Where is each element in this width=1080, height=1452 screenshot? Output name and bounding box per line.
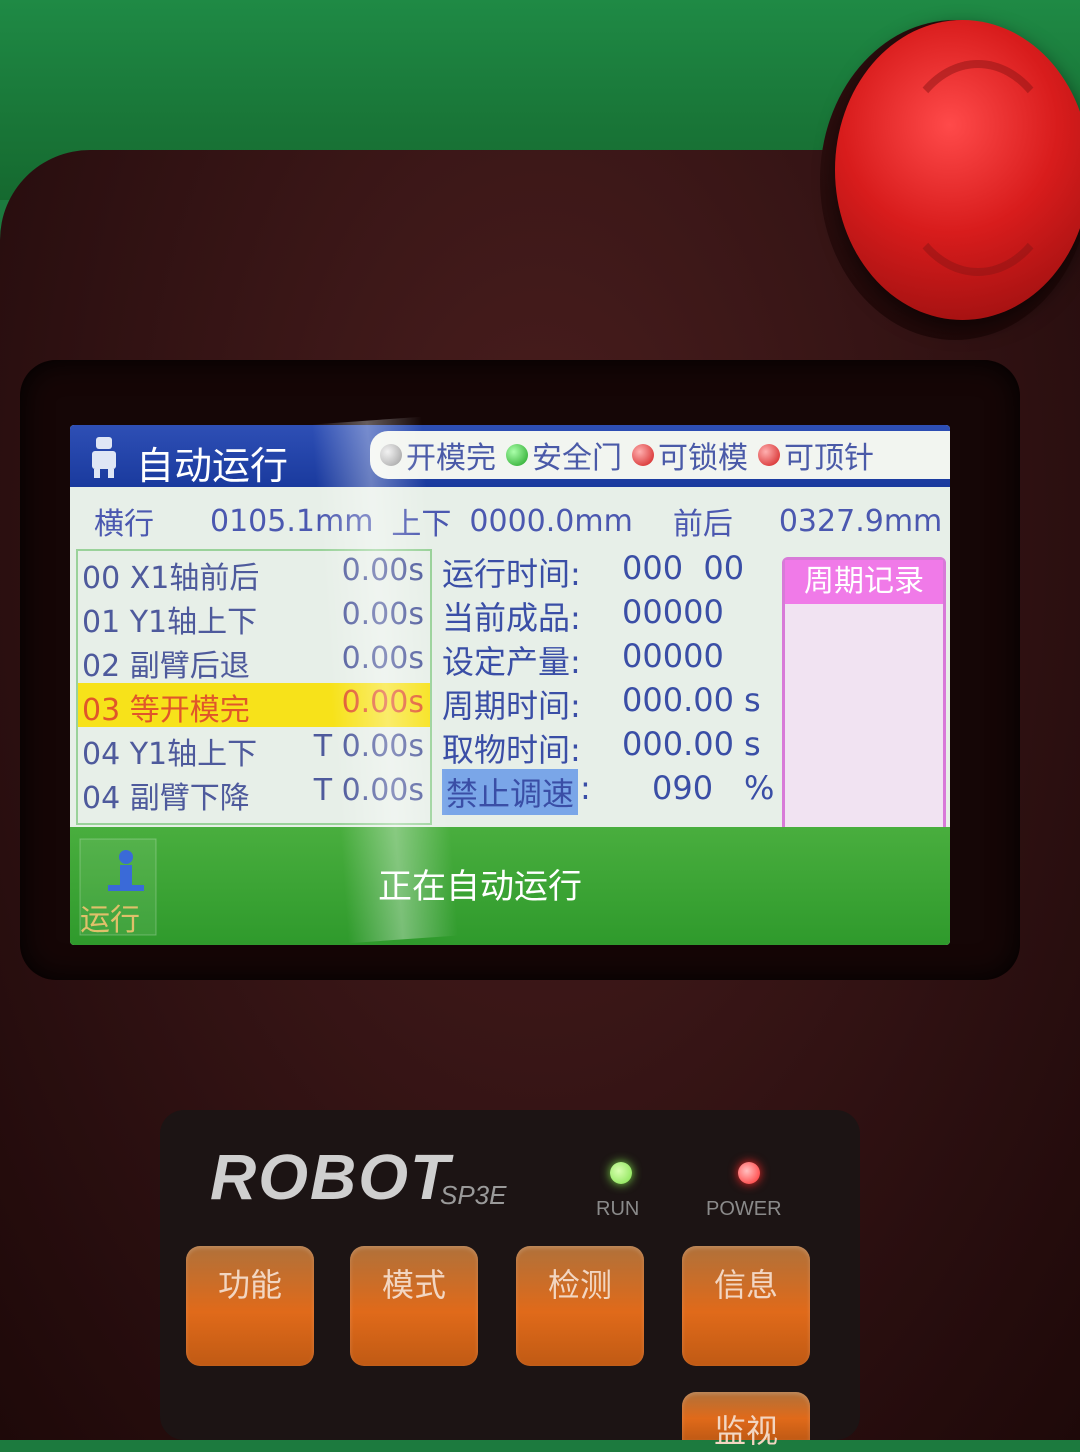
info-key[interactable]: 信息 xyxy=(682,1246,810,1366)
run-led-icon xyxy=(610,1162,632,1184)
step-name: 04 Y1轴上下 xyxy=(82,737,258,772)
bottom-status-bar: 运行 正在自动运行 xyxy=(70,827,950,945)
program-step-list: 00 X1轴前后 0.00s 01 Y1轴上下 0.00s 02 副臂后退 0.… xyxy=(76,549,432,825)
step-time: T 0.00s xyxy=(313,773,424,808)
function-key-label: 功能 xyxy=(217,1266,282,1304)
step-time: 0.00s xyxy=(341,685,424,720)
page-title: 自动运行 xyxy=(136,444,289,488)
mode-key[interactable]: 模式 xyxy=(350,1246,478,1366)
set-output-label: 设定产量: xyxy=(442,643,581,681)
power-indicator-label: POWER xyxy=(706,1198,782,1220)
pick-time-label: 取物时间: xyxy=(442,731,581,769)
run-info-panel: 运行时间: 000 00 当前成品: 00000 设定产量: 00000 周期时… xyxy=(438,549,778,825)
step-row[interactable]: 04 副臂下降 T 0.00s xyxy=(78,771,430,816)
pick-time-row: 取物时间: 000.00 s xyxy=(438,725,778,769)
step-row[interactable]: 02 副臂后退 0.00s xyxy=(78,639,430,684)
cycle-time-value: 000.00 xyxy=(622,681,734,719)
axis-label-front-back: 前后 xyxy=(672,507,733,542)
status-label-mold-lock: 可锁模 xyxy=(658,441,748,476)
mold-open-complete-led-icon xyxy=(380,444,402,466)
monitor-key-label: 监视 xyxy=(713,1412,778,1450)
mode-key-label: 模式 xyxy=(381,1266,446,1304)
speed-row[interactable]: 禁止调速 : 090 % xyxy=(438,769,778,815)
cycle-record-panel[interactable]: 周期记录 xyxy=(782,557,946,835)
step-name: 01 Y1轴上下 xyxy=(82,605,258,640)
axis-value-vertical: 0000.0mm xyxy=(469,503,633,539)
step-row[interactable]: 01 Y1轴上下 0.00s xyxy=(78,595,430,640)
axis-label-traverse: 横行 xyxy=(94,507,154,542)
current-product-row: 当前成品: 00000 xyxy=(438,593,778,637)
cycle-record-title: 周期记录 xyxy=(785,560,943,604)
detect-key-label: 检测 xyxy=(547,1266,612,1304)
hmi-screen: 自动运行 开模完 安全门 可锁模 可顶针 横行 0105.1mm 上下 0000… xyxy=(70,425,950,945)
axis-value-front-back: 0327.9mm xyxy=(778,503,943,539)
status-label-safety-door: 安全门 xyxy=(532,441,622,476)
ejector-led-icon xyxy=(758,444,780,466)
step-name: 00 X1轴前后 xyxy=(82,561,260,596)
function-key[interactable]: 功能 xyxy=(186,1246,314,1366)
run-time-label: 运行时间: xyxy=(442,555,581,593)
run-indicator-label: RUN xyxy=(596,1198,640,1220)
status-indicator-strip: 开模完 安全门 可锁模 可顶针 xyxy=(370,431,950,479)
step-name: 02 副臂后退 xyxy=(82,649,250,684)
pick-time-value: 000.00 xyxy=(622,725,734,763)
speed-unit: % xyxy=(744,769,775,807)
step-time: 0.00s xyxy=(341,597,424,632)
set-output-value[interactable]: 00000 xyxy=(622,637,724,675)
run-status-text: 正在自动运行 xyxy=(378,867,582,907)
run-time-row: 运行时间: 000 00 xyxy=(438,549,778,593)
power-led-icon xyxy=(738,1162,760,1184)
title-bar: 自动运行 开模完 安全门 可锁模 可顶针 xyxy=(70,425,950,488)
safety-door-led-icon xyxy=(506,444,528,466)
status-label-mold-open: 开模完 xyxy=(406,441,496,476)
cycle-time-unit: s xyxy=(744,681,761,719)
step-row-active[interactable]: 03 等开模完 0.00s xyxy=(78,683,430,728)
pick-time-unit: s xyxy=(744,725,761,763)
step-row[interactable]: 00 X1轴前后 0.00s xyxy=(78,551,430,596)
mold-lock-led-icon xyxy=(632,444,654,466)
current-product-label: 当前成品: xyxy=(442,599,581,637)
axis-value-traverse: 0105.1mm xyxy=(210,503,374,539)
info-key-label: 信息 xyxy=(713,1266,778,1304)
robot-icon xyxy=(92,437,116,478)
brand-logo: ROBOT xyxy=(210,1141,452,1213)
step-time: T 0.00s xyxy=(313,729,424,764)
cycle-time-label: 周期时间: xyxy=(442,687,581,725)
speed-colon: : xyxy=(580,769,591,807)
set-output-row[interactable]: 设定产量: 00000 xyxy=(438,637,778,681)
axis-position-bar: 横行 0105.1mm 上下 0000.0mm 前后 0327.9mm xyxy=(70,497,950,545)
cycle-time-row: 周期时间: 000.00 s xyxy=(438,681,778,725)
monitor-key[interactable]: 监视 xyxy=(682,1392,810,1450)
detect-key[interactable]: 检测 xyxy=(516,1246,644,1366)
status-label-ejector: 可顶针 xyxy=(784,441,874,476)
speed-lock-button[interactable]: 禁止调速 xyxy=(442,769,579,815)
step-time: 0.00s xyxy=(341,641,424,676)
current-product-value: 00000 xyxy=(622,593,724,631)
step-name: 04 副臂下降 xyxy=(82,781,250,816)
axis-label-vertical: 上下 xyxy=(391,507,452,542)
emergency-stop-button[interactable] xyxy=(835,20,1080,320)
speed-value[interactable]: 090 xyxy=(652,769,713,807)
run-time-value: 000 00 xyxy=(622,549,745,587)
run-button-label[interactable]: 运行 xyxy=(80,895,140,939)
step-time: 0.00s xyxy=(341,553,424,588)
model-label: SP3E xyxy=(440,1180,507,1210)
step-row[interactable]: 04 Y1轴上下 T 0.00s xyxy=(78,727,430,772)
step-name: 03 等开模完 xyxy=(82,693,250,728)
